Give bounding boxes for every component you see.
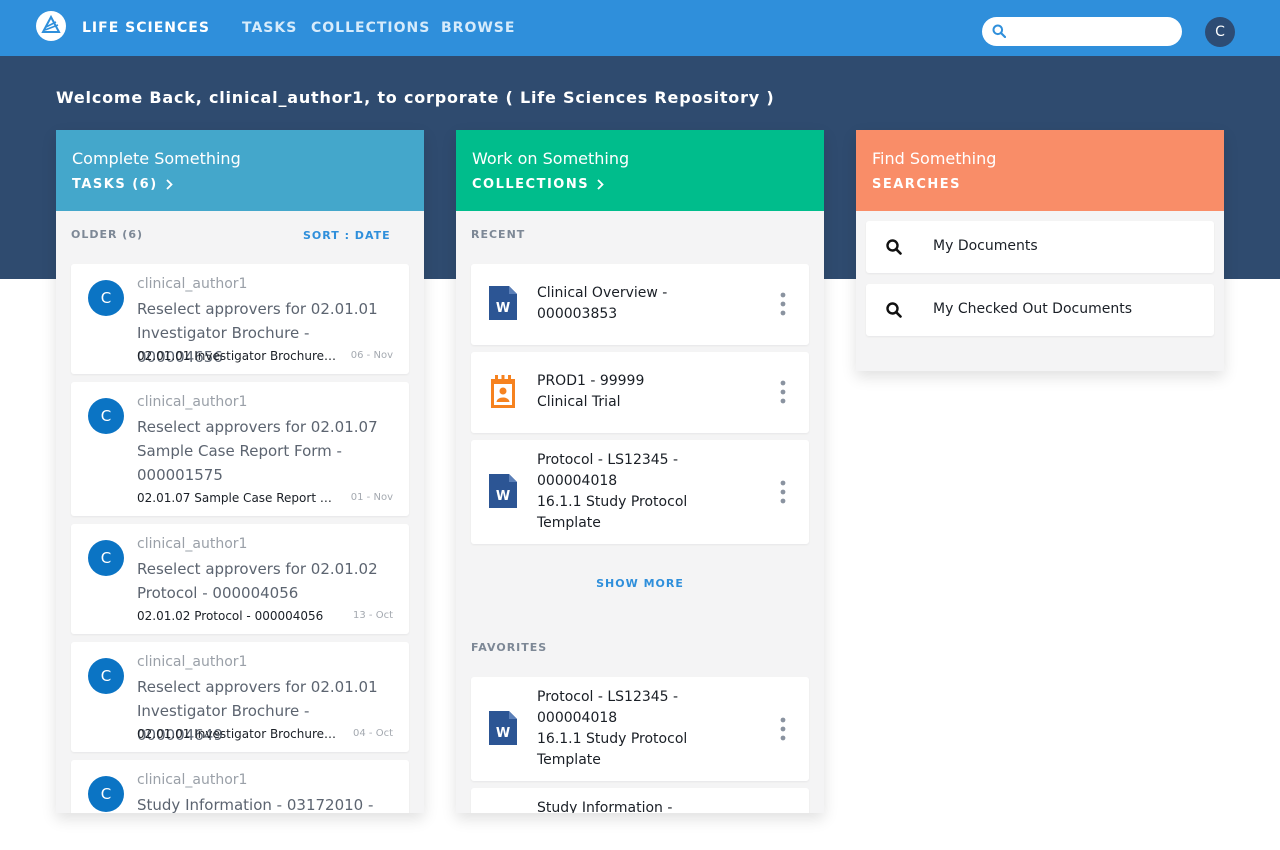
search-icon xyxy=(886,239,902,255)
search-icon xyxy=(992,24,1006,38)
svg-text:W: W xyxy=(496,489,510,504)
task-avatar: C xyxy=(88,280,124,316)
task-title: Study Information - 03172010 - xyxy=(137,796,374,813)
tasks-panel-header: Complete Something TASKS (6) xyxy=(56,130,424,211)
more-options-icon[interactable] xyxy=(777,717,789,741)
global-search xyxy=(982,17,1182,46)
collections-link-label: COLLECTIONS xyxy=(472,177,590,192)
task-user: clinical_author1 xyxy=(137,772,248,788)
nav-tasks[interactable]: TASKS xyxy=(242,20,297,36)
brand-title[interactable]: LIFE SCIENCES xyxy=(82,20,210,36)
tasks-panel: Complete Something TASKS (6) OLDER (6) S… xyxy=(56,130,424,813)
saved-search-label: My Checked Out Documents xyxy=(933,301,1132,317)
tasks-panel-title: Complete Something xyxy=(72,149,241,168)
collections-panel: Work on Something COLLECTIONS RECENT W C… xyxy=(456,130,824,813)
collection-item-line: Clinical Trial xyxy=(537,394,621,410)
collection-item[interactable]: W Protocol - LS12345 - 000004018 16.1.1 … xyxy=(471,440,809,544)
task-date: 06 - Nov xyxy=(350,350,393,361)
favorite-item-line: 000004018 xyxy=(537,710,618,726)
task-user: clinical_author1 xyxy=(137,654,248,670)
favorite-item-line: 16.1.1 Study Protocol xyxy=(537,731,688,747)
more-options-icon[interactable] xyxy=(777,292,789,316)
recent-section-label: RECENT xyxy=(471,228,526,241)
saved-search-my-checked-out-documents[interactable]: My Checked Out Documents xyxy=(866,284,1214,336)
task-user: clinical_author1 xyxy=(137,394,248,410)
saved-search-label: My Documents xyxy=(933,238,1038,254)
task-card[interactable]: C clinical_author1 Study Information - 0… xyxy=(71,760,409,813)
collection-item-line: Template xyxy=(537,515,601,531)
task-document: 02.01.01 Investigator Brochure - 0000046… xyxy=(137,727,337,741)
chevron-right-icon xyxy=(166,179,173,190)
show-more-button[interactable]: SHOW MORE xyxy=(456,577,824,590)
search-icon xyxy=(886,302,902,318)
task-card[interactable]: C clinical_author1 Reselect approvers fo… xyxy=(71,642,409,752)
nav-collections[interactable]: COLLECTIONS xyxy=(311,20,430,36)
searches-link-label: SEARCHES xyxy=(872,177,961,192)
find-panel-header: Find Something SEARCHES xyxy=(856,130,1224,211)
top-nav-bar: LIFE SCIENCES TASKS COLLECTIONS BROWSE C xyxy=(0,0,1280,56)
word-document-icon: W xyxy=(489,474,517,508)
collections-panel-title: Work on Something xyxy=(472,149,630,168)
favorite-item[interactable]: Study Information - xyxy=(471,788,809,813)
task-avatar: C xyxy=(88,540,124,576)
task-user: clinical_author1 xyxy=(137,536,248,552)
svg-text:W: W xyxy=(496,726,510,741)
older-section-label: OLDER (6) xyxy=(71,228,144,241)
tasks-link-label: TASKS (6) xyxy=(72,177,158,192)
favorite-item-title: Protocol - LS12345 - 000004018 16.1.1 St… xyxy=(537,687,737,771)
chevron-right-icon xyxy=(597,179,604,190)
nav-browse[interactable]: BROWSE xyxy=(441,20,515,36)
collection-item-line: Protocol - LS12345 - xyxy=(537,452,679,468)
task-document: 02.01.02 Protocol - 000004056 xyxy=(137,609,324,623)
task-date: 04 - Oct xyxy=(353,728,393,739)
collection-item-title: PROD1 - 99999 Clinical Trial xyxy=(537,371,737,413)
searches-link[interactable]: SEARCHES xyxy=(872,177,961,192)
task-title: Reselect approvers for 02.01.07 Sample C… xyxy=(137,418,378,484)
task-date: 13 - Oct xyxy=(353,610,393,621)
collection-item-line: Clinical Overview - xyxy=(537,285,668,301)
favorite-item-line: Template xyxy=(537,752,601,768)
task-card[interactable]: C clinical_author1 Reselect approvers fo… xyxy=(71,524,409,634)
task-avatar: C xyxy=(88,658,124,694)
svg-text:W: W xyxy=(496,301,510,316)
word-document-icon: W xyxy=(489,286,517,320)
task-card[interactable]: C clinical_author1 Reselect approvers fo… xyxy=(71,264,409,374)
collection-item-line: 000004018 xyxy=(537,473,618,489)
task-user: clinical_author1 xyxy=(137,276,248,292)
life-sciences-logo-icon[interactable] xyxy=(35,10,67,42)
task-document: 02.01.07 Sample Case Report Form - 00000… xyxy=(137,491,337,505)
collection-item[interactable]: PROD1 - 99999 Clinical Trial xyxy=(471,352,809,433)
collection-item-line: 000003853 xyxy=(537,306,618,322)
search-input[interactable] xyxy=(1014,21,1172,42)
favorite-item-line: Protocol - LS12345 - xyxy=(537,689,679,705)
collection-item-title: Protocol - LS12345 - 000004018 16.1.1 St… xyxy=(537,450,737,534)
collection-item-title: Clinical Overview - 000003853 xyxy=(537,283,737,325)
favorite-item-line: Study Information - xyxy=(537,800,673,813)
favorite-item[interactable]: W Protocol - LS12345 - 000004018 16.1.1 … xyxy=(471,677,809,781)
find-panel: Find Something SEARCHES My Documents My … xyxy=(856,130,1224,371)
task-avatar: C xyxy=(88,398,124,434)
saved-search-my-documents[interactable]: My Documents xyxy=(866,221,1214,273)
favorites-section-label: FAVORITES xyxy=(471,641,548,654)
clinical-trial-icon xyxy=(491,375,515,408)
collection-item[interactable]: W Clinical Overview - 000003853 xyxy=(471,264,809,345)
collections-panel-header: Work on Something COLLECTIONS xyxy=(456,130,824,211)
more-options-icon[interactable] xyxy=(777,480,789,504)
user-avatar[interactable]: C xyxy=(1205,17,1235,47)
task-card[interactable]: C clinical_author1 Reselect approvers fo… xyxy=(71,382,409,516)
welcome-message: Welcome Back, clinical_author1, to corpo… xyxy=(56,88,775,107)
task-document: 02.01.01 Investigator Brochure - 0000046… xyxy=(137,349,337,363)
collection-item-line: PROD1 - 99999 xyxy=(537,373,645,389)
collections-link[interactable]: COLLECTIONS xyxy=(472,177,604,192)
favorite-item-title: Study Information - xyxy=(537,798,737,813)
collection-item-line: 16.1.1 Study Protocol xyxy=(537,494,688,510)
more-options-icon[interactable] xyxy=(777,380,789,404)
task-avatar: C xyxy=(88,776,124,812)
find-panel-title: Find Something xyxy=(872,149,997,168)
word-document-icon: W xyxy=(489,711,517,745)
sort-by-date-button[interactable]: SORT : DATE xyxy=(303,229,391,242)
task-date: 01 - Nov xyxy=(350,492,393,503)
tasks-link[interactable]: TASKS (6) xyxy=(72,177,173,192)
task-title: Reselect approvers for 02.01.02 Protocol… xyxy=(137,560,378,602)
